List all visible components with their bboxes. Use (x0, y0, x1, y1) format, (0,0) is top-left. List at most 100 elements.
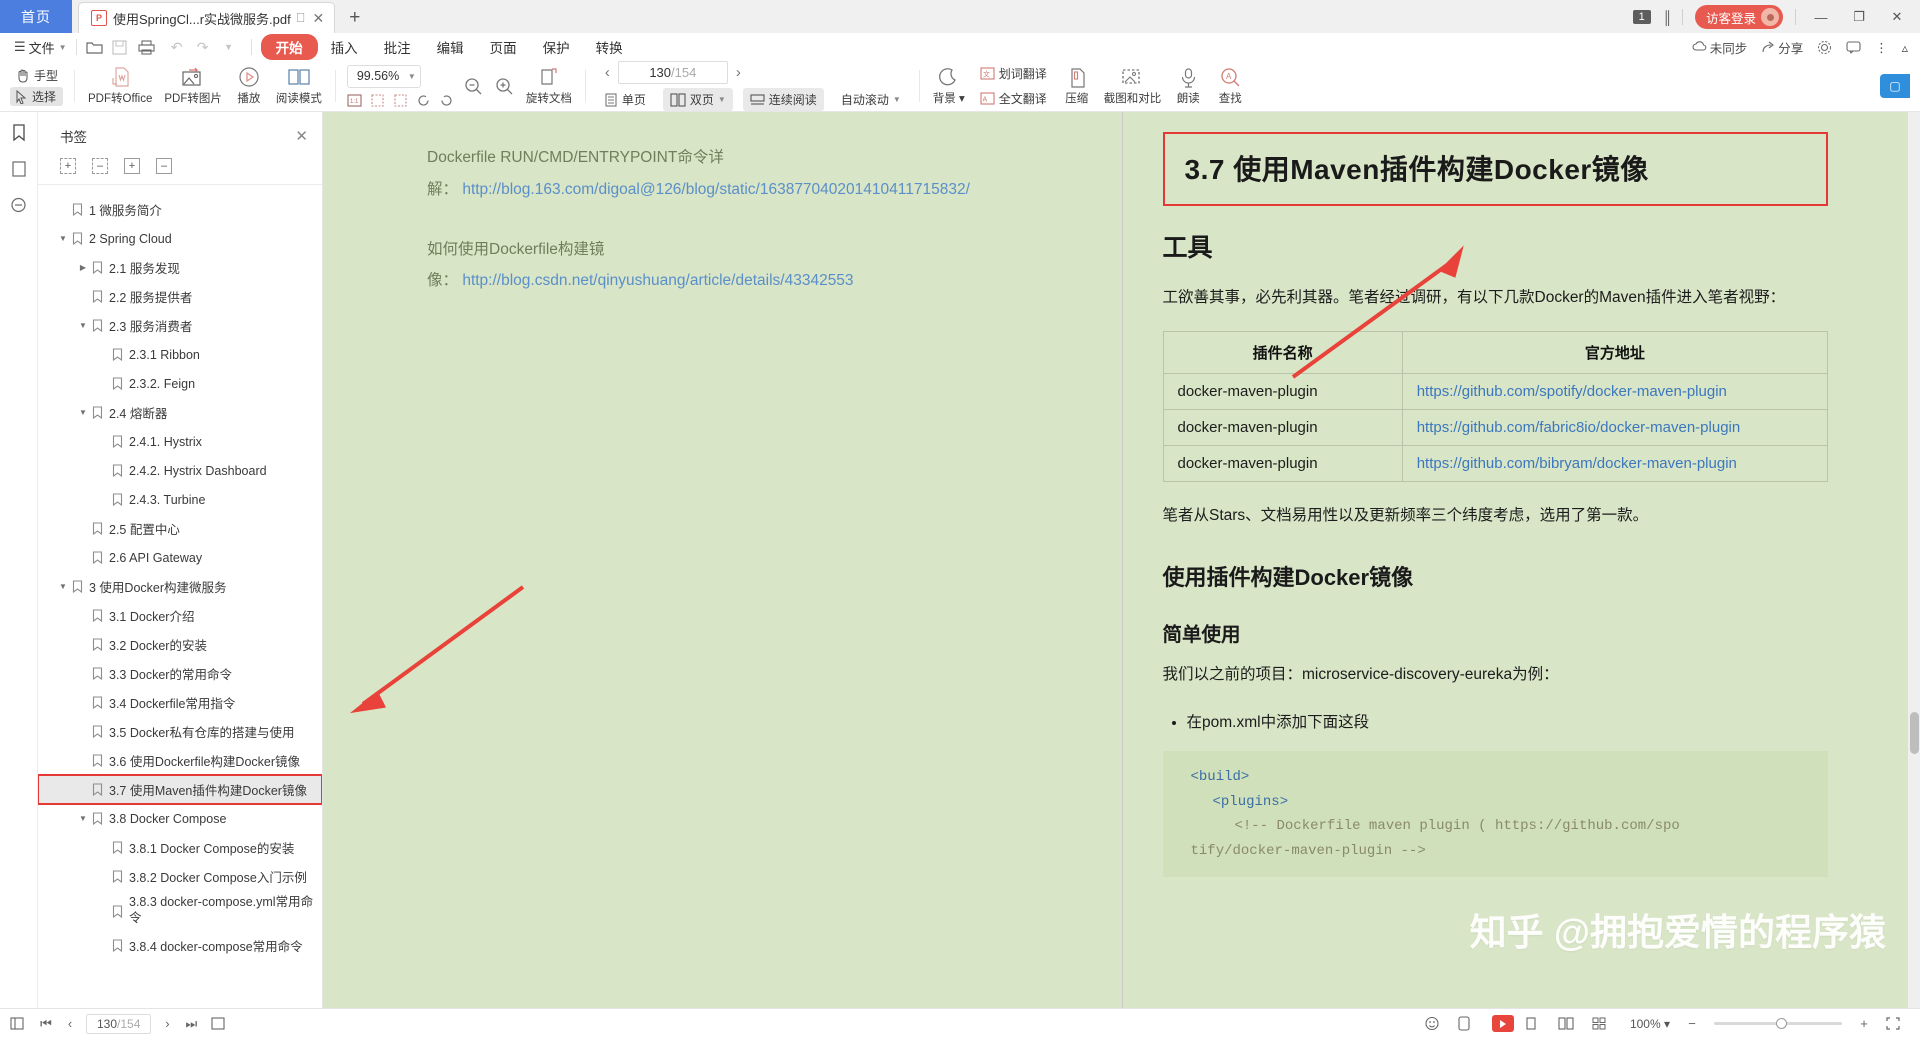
ribbon-tab-start[interactable]: 开始 (260, 34, 318, 60)
bookmark-item-2[interactable]: ▼ 2 Spring Cloud (38, 224, 322, 253)
zoom-percent-label[interactable]: 100% ▾ (1630, 1017, 1670, 1031)
annotation-panel-icon[interactable] (10, 196, 27, 214)
bookmark-item-3[interactable]: ▶ 2.1 服务发现 (38, 253, 322, 282)
auto-scroll-button[interactable]: 自动滚动 ▼ (834, 88, 908, 111)
bookmark-item-23[interactable]: 3.8.1 Docker Compose的安装 (38, 833, 322, 862)
actual-size-icon[interactable] (393, 93, 408, 108)
reading-mode-button[interactable]: 阅读模式 (270, 64, 328, 108)
single-page-view-icon[interactable] (1524, 1017, 1548, 1030)
bookmark-item-16[interactable]: 3.2 Docker的安装 (38, 630, 322, 659)
screenshot-compare-button[interactable]: 截图和对比 (1098, 64, 1168, 108)
smiley-icon[interactable] (1424, 1016, 1448, 1031)
full-translate-button[interactable]: A 全文翻译 (975, 89, 1052, 108)
close-window-button[interactable]: ✕ (1884, 9, 1910, 25)
bookmark-item-9[interactable]: 2.4.1. Hystrix (38, 427, 322, 456)
file-menu[interactable]: 文件 ▼ (29, 38, 67, 57)
hand-tool-button[interactable]: 手型 (10, 66, 63, 85)
bookmark-item-21[interactable]: 3.7 使用Maven插件构建Docker镜像 (38, 774, 322, 805)
double-page-button[interactable]: 双页 ▼ (662, 88, 733, 111)
home-tab[interactable]: 首页 (0, 0, 72, 33)
status-page-input[interactable]: 130 /154 (86, 1013, 152, 1034)
print-icon[interactable] (138, 39, 164, 55)
sync-status[interactable]: 未同步 (1688, 38, 1752, 57)
bookmark-item-22[interactable]: ▼ 3.8 Docker Compose (38, 804, 322, 833)
compress-button[interactable]: 压缩 (1056, 64, 1098, 108)
bookmark-item-8[interactable]: ▼ 2.4 熔断器 (38, 398, 322, 427)
chevron-down-icon[interactable]: ▼ (76, 321, 90, 330)
bookmark-item-17[interactable]: 3.3 Docker的常用命令 (38, 659, 322, 688)
add-bookmark-icon[interactable]: + (124, 158, 140, 174)
ribbon-tab-edit[interactable]: 编辑 (424, 35, 477, 59)
chevron-down-icon[interactable]: ▼ (76, 814, 90, 823)
redo-icon[interactable]: ↷ (190, 39, 216, 56)
bookmark-item-25[interactable]: 3.8.3 docker-compose.yml常用命令 (38, 891, 322, 931)
ribbon-tab-protect[interactable]: 保护 (530, 35, 583, 59)
grid-view-icon[interactable] (1592, 1017, 1616, 1030)
magnify-out-button[interactable] (458, 73, 489, 99)
pdf-to-image-button[interactable]: PDF转图片 (158, 64, 228, 108)
cell-plugin-url[interactable]: https://github.com/spotify/docker-maven-… (1401, 372, 1829, 410)
maximize-button[interactable]: ❐ (1846, 9, 1872, 25)
scrollbar-thumb[interactable] (1910, 712, 1919, 754)
gear-icon[interactable] (1813, 40, 1836, 55)
ribbon-tab-page[interactable]: 页面 (477, 35, 530, 59)
bookmark-item-18[interactable]: 3.4 Dockerfile常用指令 (38, 688, 322, 717)
first-page-button[interactable]: ⏮ (34, 1016, 58, 1032)
sidebar-toggle-icon[interactable] (10, 1017, 34, 1030)
bookmark-item-26[interactable]: 3.8.4 docker-compose常用命令 (38, 931, 322, 960)
expand-all-icon[interactable]: + (60, 158, 76, 174)
select-tool-button[interactable]: 选择 (10, 87, 64, 106)
delete-bookmark-icon[interactable]: – (156, 158, 172, 174)
collapse-ribbon-icon[interactable]: ▵ (1898, 40, 1912, 55)
zoom-level-select[interactable]: 99.56% ▼ (346, 64, 454, 88)
login-button[interactable]: 访客登录 (1694, 5, 1783, 29)
bookmark-item-19[interactable]: 3.5 Docker私有仓库的搭建与使用 (38, 717, 322, 746)
monitor-icon[interactable]: ⎕ (297, 10, 305, 26)
bookmark-item-14[interactable]: ▼ 3 使用Docker构建微服务 (38, 572, 322, 601)
bookmark-item-5[interactable]: ▼ 2.3 服务消费者 (38, 311, 322, 340)
last-page-button[interactable]: ⏭ (179, 1016, 203, 1032)
zoom-slider[interactable] (1714, 1018, 1842, 1029)
cloud-dock-icon[interactable]: ▢ (1880, 74, 1910, 98)
ribbon-tab-insert[interactable]: 插入 (318, 35, 371, 59)
fit-page-icon[interactable] (370, 93, 385, 108)
zoom-out-button-status[interactable]: − (1680, 1016, 1704, 1031)
continuous-read-button[interactable]: 连续阅读 (742, 88, 824, 111)
prev-page-button-status[interactable]: ‹ (58, 1016, 82, 1031)
tab-count-badge[interactable]: 1 (1632, 10, 1651, 24)
pdf-to-office-button[interactable]: PDF转Office (82, 64, 158, 108)
double-page-view-icon[interactable] (1558, 1017, 1582, 1030)
open-folder-icon[interactable] (85, 40, 112, 55)
cell-plugin-url[interactable]: https://github.com/bibryam/docker-maven-… (1401, 444, 1829, 482)
bookmark-item-20[interactable]: 3.6 使用Dockerfile构建Docker镜像 (38, 746, 322, 775)
hamburger-icon[interactable]: ☰ (14, 39, 26, 55)
ribbon-tab-annotate[interactable]: 批注 (371, 35, 424, 59)
pdf-viewer[interactable]: Dockerfile RUN/CMD/ENTRYPOINT命令详 解： http… (323, 112, 1920, 1008)
more-options-icon[interactable]: ⋮ (1871, 40, 1892, 55)
page-number-input[interactable]: 130 /154 (617, 61, 728, 84)
minimize-button[interactable]: — (1808, 10, 1834, 25)
rotate-right-icon[interactable] (439, 93, 454, 108)
page-fit-icon[interactable] (211, 1017, 235, 1030)
bookmark-item-4[interactable]: 2.2 服务提供者 (38, 282, 322, 311)
comment-icon[interactable] (1842, 40, 1865, 54)
rotate-document-button[interactable]: 旋转文档 (520, 64, 578, 108)
save-icon[interactable] (111, 39, 138, 55)
bookmark-item-10[interactable]: 2.4.2. Hystrix Dashboard (38, 456, 322, 485)
single-page-button[interactable]: 单页 (597, 88, 653, 111)
bookmark-item-15[interactable]: 3.1 Docker介绍 (38, 601, 322, 630)
play-button[interactable]: 播放 (228, 64, 270, 108)
bookmark-item-7[interactable]: 2.3.2. Feign (38, 369, 322, 398)
fullscreen-icon[interactable] (1886, 1017, 1910, 1030)
read-aloud-button[interactable]: 朗读 (1167, 64, 1209, 108)
close-tab-icon[interactable]: ✕ (313, 10, 325, 27)
share-button[interactable]: 分享 (1757, 38, 1807, 57)
next-page-button[interactable]: › (728, 64, 749, 81)
zoom-in-button-status[interactable]: + (1852, 1016, 1876, 1031)
bookmark-item-6[interactable]: 2.3.1 Ribbon (38, 340, 322, 369)
quick-access-dropdown-icon[interactable]: ▼ (216, 42, 242, 52)
background-button[interactable]: 背景 ▾ (927, 64, 971, 108)
ribbon-tab-convert[interactable]: 转换 (583, 35, 636, 59)
bookmark-item-12[interactable]: 2.5 配置中心 (38, 514, 322, 543)
bookmark-panel-icon[interactable] (11, 124, 27, 142)
